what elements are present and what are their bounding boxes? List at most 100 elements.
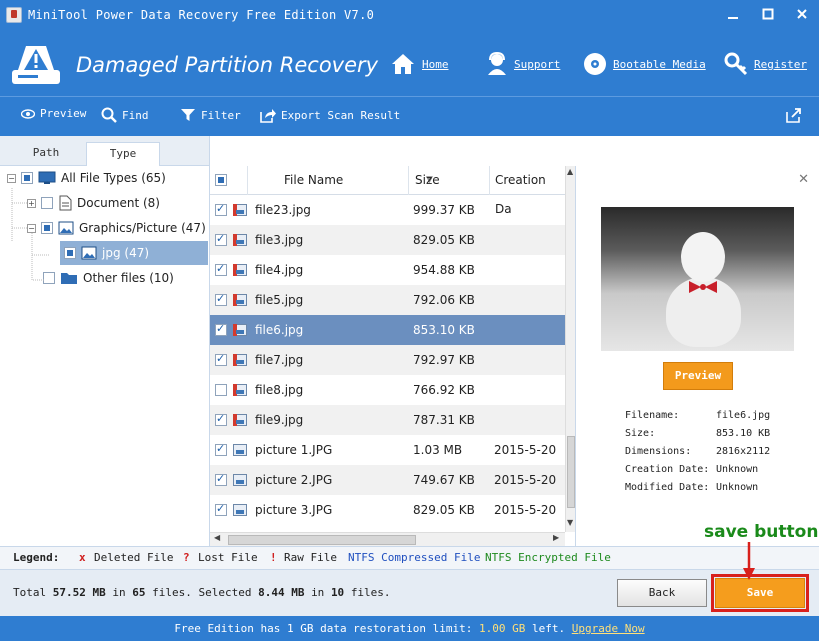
select-all-checkbox[interactable] — [215, 174, 227, 186]
all-file-types-checkbox[interactable] — [21, 172, 33, 184]
image-file-icon — [233, 414, 247, 426]
table-row[interactable]: file9.jpg 787.31 KB — [210, 405, 565, 435]
file-size-cell: 766.92 KB — [413, 383, 475, 397]
jpg-checkbox[interactable] — [64, 247, 76, 259]
legend-compressed: NTFS Compressed File — [348, 551, 481, 564]
row-checkbox[interactable] — [215, 472, 227, 486]
share-button[interactable] — [786, 107, 802, 123]
nav-register-link[interactable]: Register — [754, 58, 807, 71]
nav-support[interactable]: Support — [486, 52, 560, 76]
collapse-icon[interactable]: − — [7, 173, 16, 183]
row-checkbox[interactable] — [215, 232, 227, 246]
image-file-icon — [233, 294, 247, 306]
disc-icon — [584, 53, 606, 75]
file-size-cell: 829.05 KB — [413, 503, 475, 517]
save-button[interactable]: Save — [715, 578, 805, 608]
image-file-icon — [233, 444, 247, 456]
scroll-right-icon[interactable]: ▶ — [553, 533, 559, 542]
close-button[interactable] — [791, 6, 813, 26]
file-size-cell: 853.10 KB — [413, 323, 475, 337]
legend-raw: Raw File — [284, 551, 337, 564]
minimize-button[interactable] — [722, 6, 744, 26]
vertical-scrollbar[interactable]: ▲ ▼ — [565, 166, 575, 532]
support-icon — [488, 52, 506, 75]
picture-icon — [81, 246, 97, 260]
row-checkbox[interactable] — [215, 262, 227, 276]
tree-label-all: All File Types (65) — [61, 171, 166, 185]
warning-drive-icon — [12, 46, 60, 84]
preview-button[interactable]: Preview — [663, 362, 733, 390]
upgrade-now-link[interactable]: Upgrade Now — [572, 622, 645, 635]
search-icon — [101, 107, 117, 123]
horizontal-scrollbar[interactable]: ◀ ▶ — [210, 532, 565, 546]
row-checkbox[interactable] — [215, 442, 227, 456]
table-row[interactable]: file3.jpg 829.05 KB — [210, 225, 565, 255]
tree-item-jpg[interactable]: jpg (47) — [60, 241, 208, 265]
column-file-name-label: File Name — [284, 173, 344, 187]
nav-home[interactable]: Home — [390, 52, 449, 76]
maximize-icon — [762, 8, 774, 20]
vertical-scroll-thumb[interactable] — [567, 436, 575, 508]
file-date-cell: 2015-5-20 — [494, 503, 557, 517]
column-size[interactable]: Size — [409, 166, 490, 195]
image-file-icon — [233, 324, 247, 336]
file-date-cell — [494, 225, 564, 255]
row-checkbox[interactable] — [215, 292, 227, 306]
tree-item-graphics[interactable]: − Graphics/Picture (47) — [27, 216, 206, 240]
file-size-cell: 792.97 KB — [413, 353, 475, 367]
horizontal-scroll-thumb[interactable] — [228, 535, 416, 545]
table-row[interactable]: picture 2.JPG 749.67 KB 2015-5-20 — [210, 465, 565, 495]
footer-limit-bar: Free Edition has 1 GB data restoration l… — [0, 616, 819, 641]
legend-bar: Legend: x Deleted File ? Lost File ! Raw… — [0, 546, 819, 569]
file-date-cell: 2015-5-20 — [494, 443, 557, 457]
row-checkbox[interactable] — [215, 322, 227, 336]
scroll-up-icon[interactable]: ▲ — [567, 167, 573, 176]
nav-bootable-media-link[interactable]: Bootable Media — [613, 58, 706, 71]
folder-icon — [61, 273, 77, 284]
tab-path[interactable]: Path — [10, 142, 82, 166]
maximize-button[interactable] — [757, 6, 779, 26]
back-button[interactable]: Back — [617, 579, 707, 607]
row-checkbox[interactable] — [215, 384, 227, 396]
file-name-cell: picture 3.JPG — [255, 503, 333, 517]
table-row[interactable]: picture 1.JPG 1.03 MB 2015-5-20 — [210, 435, 565, 465]
nav-bootable-media[interactable]: Bootable Media — [583, 52, 706, 76]
limit-text: Free Edition has 1 GB data restoration l… — [174, 622, 473, 635]
app-header: Damaged Partition Recovery Home Support … — [0, 32, 819, 96]
row-checkbox[interactable] — [215, 502, 227, 516]
preview-tool-button[interactable]: Preview — [21, 107, 86, 120]
tab-type[interactable]: Type — [86, 142, 160, 166]
info-creation-date: Creation Date: Unknown — [625, 464, 759, 475]
tree-item-other-files[interactable]: Other files (10) — [43, 266, 174, 290]
table-row[interactable]: file23.jpg 999.37 KB — [210, 195, 565, 225]
close-preview-icon[interactable]: ✕ — [798, 172, 809, 187]
tree-item-all-file-types[interactable]: − All File Types (65) — [7, 166, 166, 190]
file-name-cell: file6.jpg — [255, 323, 304, 337]
save-button-annotation: save button — [704, 522, 819, 542]
scroll-down-icon[interactable]: ▼ — [567, 518, 573, 527]
nav-register[interactable]: Register — [724, 52, 807, 76]
column-creation-date[interactable]: Creation Da — [490, 166, 565, 216]
nav-support-link[interactable]: Support — [514, 58, 560, 71]
scroll-left-icon[interactable]: ◀ — [214, 533, 220, 542]
find-tool-button[interactable]: Find — [101, 107, 149, 123]
column-file-name[interactable]: File Name ▼ — [248, 166, 433, 195]
file-size-cell: 787.31 KB — [413, 413, 475, 427]
table-row[interactable]: file8.jpg 766.92 KB — [210, 375, 565, 405]
table-row[interactable]: file6.jpg 853.10 KB — [210, 315, 565, 345]
file-name-cell: file5.jpg — [255, 293, 304, 307]
row-checkbox[interactable] — [215, 412, 227, 426]
table-row[interactable]: file4.jpg 954.88 KB — [210, 255, 565, 285]
info-filename: Filename: file6.jpg — [625, 410, 771, 421]
row-checkbox[interactable] — [215, 202, 227, 216]
table-row[interactable]: picture 3.JPG 829.05 KB 2015-5-20 — [210, 495, 565, 525]
filter-tool-button[interactable]: Filter — [180, 107, 241, 123]
arrow-down-icon — [743, 542, 755, 580]
minimize-icon — [728, 17, 738, 19]
table-row[interactable]: file5.jpg 792.06 KB — [210, 285, 565, 315]
nav-home-link[interactable]: Home — [422, 58, 449, 71]
export-tool-button[interactable]: Export Scan Result — [260, 107, 400, 123]
table-row[interactable]: file7.jpg 792.97 KB — [210, 345, 565, 375]
file-date-cell: 2015-5-20 — [494, 473, 557, 487]
row-checkbox[interactable] — [215, 352, 227, 366]
